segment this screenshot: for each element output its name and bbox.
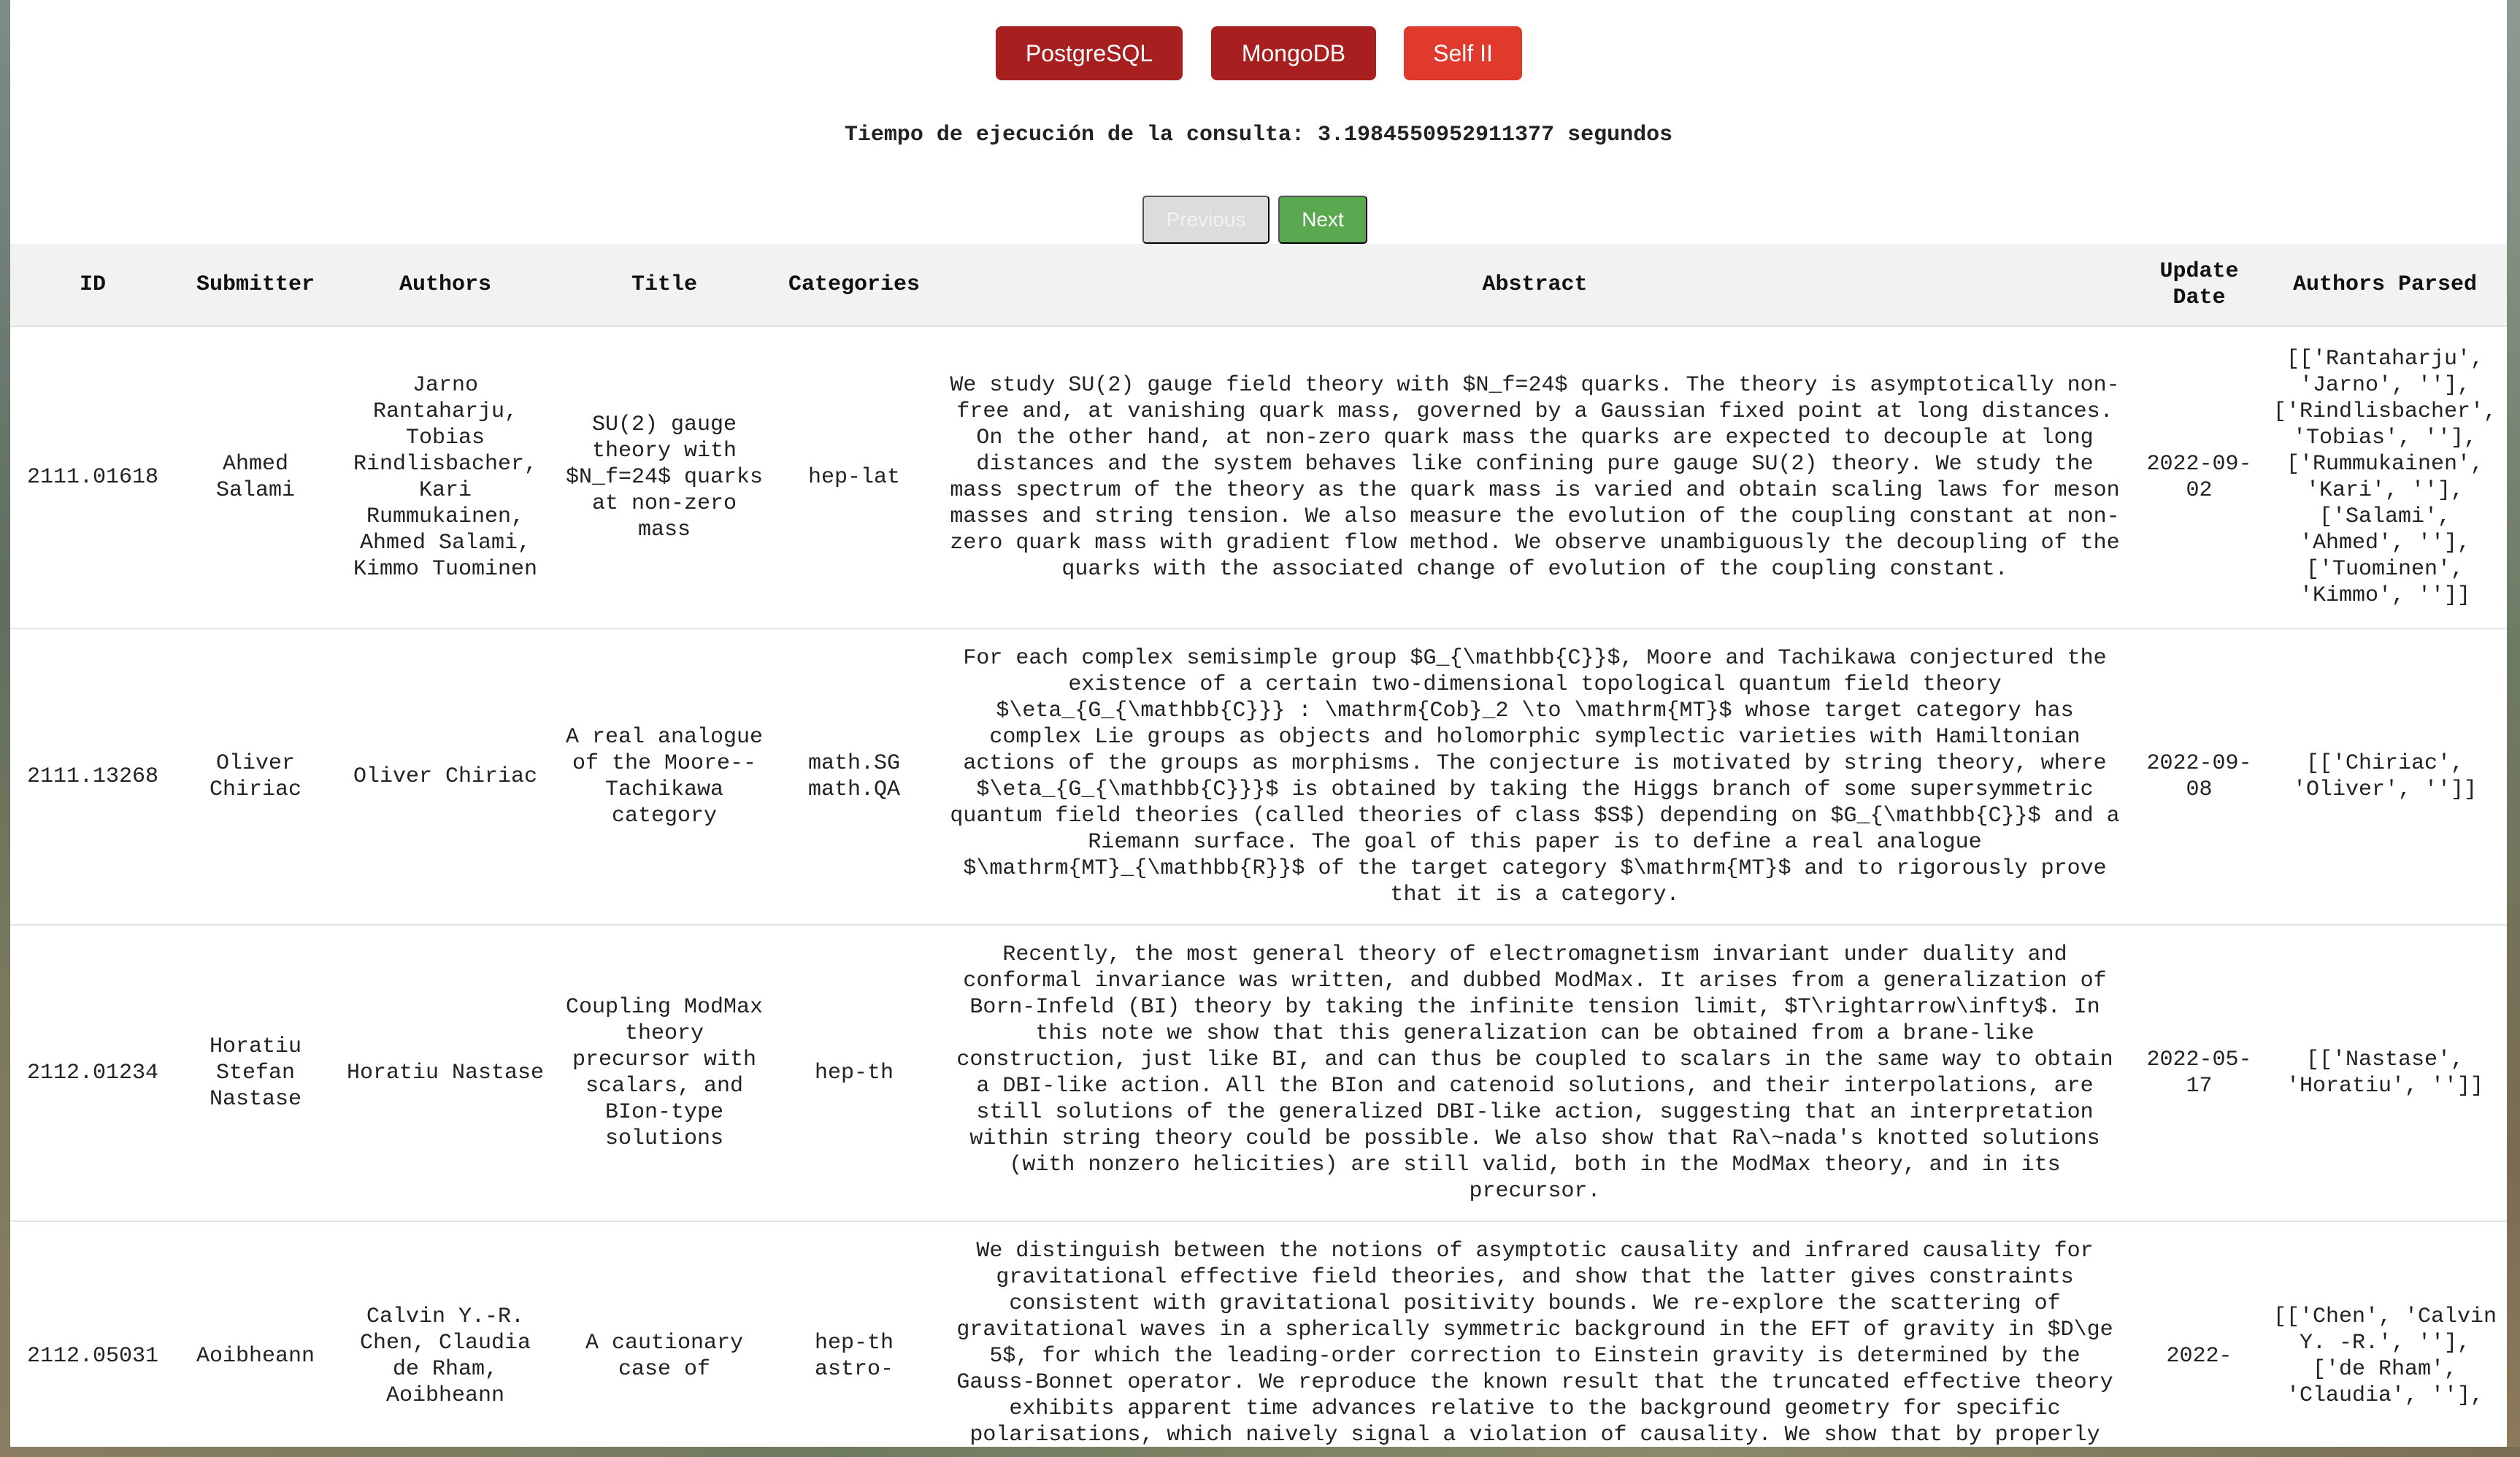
header-categories: Categories bbox=[774, 244, 934, 326]
header-title: Title bbox=[555, 244, 774, 326]
cell-title: Coupling ModMax theory precursor with sc… bbox=[555, 924, 774, 1221]
cell-submitter: Horatiu Stefan Nastase bbox=[175, 924, 336, 1221]
background-left-edge bbox=[0, 0, 10, 1457]
cell-categories: hep-th astro- bbox=[774, 1220, 934, 1447]
background-right-edge bbox=[2507, 0, 2520, 1457]
cell-update-date: 2022-09-08 bbox=[2135, 628, 2263, 925]
cell-authors: Horatiu Nastase bbox=[336, 924, 555, 1221]
cell-update-date: 2022-05-17 bbox=[2135, 924, 2263, 1221]
cell-categories: math.SG math.QA bbox=[774, 628, 934, 925]
cell-authors: Calvin Y.-R. Chen, Claudia de Rham, Aoib… bbox=[336, 1220, 555, 1447]
results-table-container: ID Submitter Authors Title Categories Ab… bbox=[10, 244, 2507, 1447]
top-controls: PostgreSQL MongoDB Self II Tiempo de eje… bbox=[10, 0, 2507, 244]
cell-abstract: For each complex semisimple group $G_{\m… bbox=[934, 628, 2135, 925]
table-row: 2111.01618 Ahmed Salami Jarno Rantaharju… bbox=[10, 326, 2507, 628]
background-bottom-edge bbox=[0, 1447, 2520, 1457]
cell-authors-parsed: [['Chen', 'Calvin Y. -R.', ''], ['de Rha… bbox=[2263, 1220, 2507, 1447]
cell-submitter: Ahmed Salami bbox=[175, 326, 336, 628]
category-tag: hep-th bbox=[814, 1331, 894, 1356]
self-ii-button[interactable]: Self II bbox=[1404, 26, 1522, 80]
table-header-row: ID Submitter Authors Title Categories Ab… bbox=[10, 244, 2507, 326]
cell-id: 2111.13268 bbox=[10, 628, 175, 925]
category-tag: hep-th bbox=[814, 1061, 894, 1085]
cell-submitter: Aoibheann bbox=[175, 1220, 336, 1447]
header-abstract: Abstract bbox=[934, 244, 2135, 326]
table-row: 2112.05031 Aoibheann Calvin Y.-R. Chen, … bbox=[10, 1220, 2507, 1447]
header-authors: Authors bbox=[336, 244, 555, 326]
previous-page-button[interactable]: Previous bbox=[1142, 196, 1269, 244]
cell-abstract: Recently, the most general theory of ele… bbox=[934, 924, 2135, 1221]
results-table: ID Submitter Authors Title Categories Ab… bbox=[10, 244, 2507, 1447]
cell-title: SU(2) gauge theory with $N_f=24$ quarks … bbox=[555, 326, 774, 628]
table-row: 2111.13268 Oliver Chiriac Oliver Chiriac… bbox=[10, 628, 2507, 925]
category-tag: math.SG bbox=[807, 751, 901, 776]
cell-update-date: 2022- bbox=[2135, 1220, 2263, 1447]
mongodb-button[interactable]: MongoDB bbox=[1211, 26, 1376, 80]
cell-authors: Oliver Chiriac bbox=[336, 628, 555, 925]
cell-abstract: We study SU(2) gauge field theory with $… bbox=[934, 326, 2135, 628]
header-update-date: Update Date bbox=[2135, 244, 2263, 326]
cell-categories: hep-lat bbox=[774, 326, 934, 628]
header-authors-parsed: Authors Parsed bbox=[2263, 244, 2507, 326]
cell-abstract: We distinguish between the notions of as… bbox=[934, 1220, 2135, 1447]
cell-submitter: Oliver Chiriac bbox=[175, 628, 336, 925]
cell-authors-parsed: [['Chiriac', 'Oliver', '']] bbox=[2263, 628, 2507, 925]
cell-title: A real analogue of the Moore--Tachikawa … bbox=[555, 628, 774, 925]
cell-update-date: 2022-09-02 bbox=[2135, 326, 2263, 628]
cell-id: 2111.01618 bbox=[10, 326, 175, 628]
main-panel: PostgreSQL MongoDB Self II Tiempo de eje… bbox=[10, 0, 2507, 1447]
next-page-button[interactable]: Next bbox=[1278, 196, 1367, 244]
cell-categories: hep-th bbox=[774, 924, 934, 1221]
cell-id: 2112.05031 bbox=[10, 1220, 175, 1447]
cell-authors-parsed: [['Nastase', 'Horatiu', '']] bbox=[2263, 924, 2507, 1221]
table-row: 2112.01234 Horatiu Stefan Nastase Horati… bbox=[10, 924, 2507, 1221]
cell-authors: Jarno Rantaharju, Tobias Rindlisbacher, … bbox=[336, 326, 555, 628]
cell-authors-parsed: [['Rantaharju', 'Jarno', ''], ['Rindlisb… bbox=[2263, 326, 2507, 628]
category-tag: hep-lat bbox=[807, 465, 901, 490]
header-id: ID bbox=[10, 244, 175, 326]
query-time-label: Tiempo de ejecución de la consulta: 3.19… bbox=[844, 123, 1673, 147]
category-tag: astro- bbox=[814, 1357, 894, 1382]
category-tag: math.QA bbox=[807, 777, 901, 802]
cell-id: 2112.01234 bbox=[10, 924, 175, 1221]
header-submitter: Submitter bbox=[175, 244, 336, 326]
postgresql-button[interactable]: PostgreSQL bbox=[996, 26, 1183, 80]
cell-title: A cautionary case of bbox=[555, 1220, 774, 1447]
